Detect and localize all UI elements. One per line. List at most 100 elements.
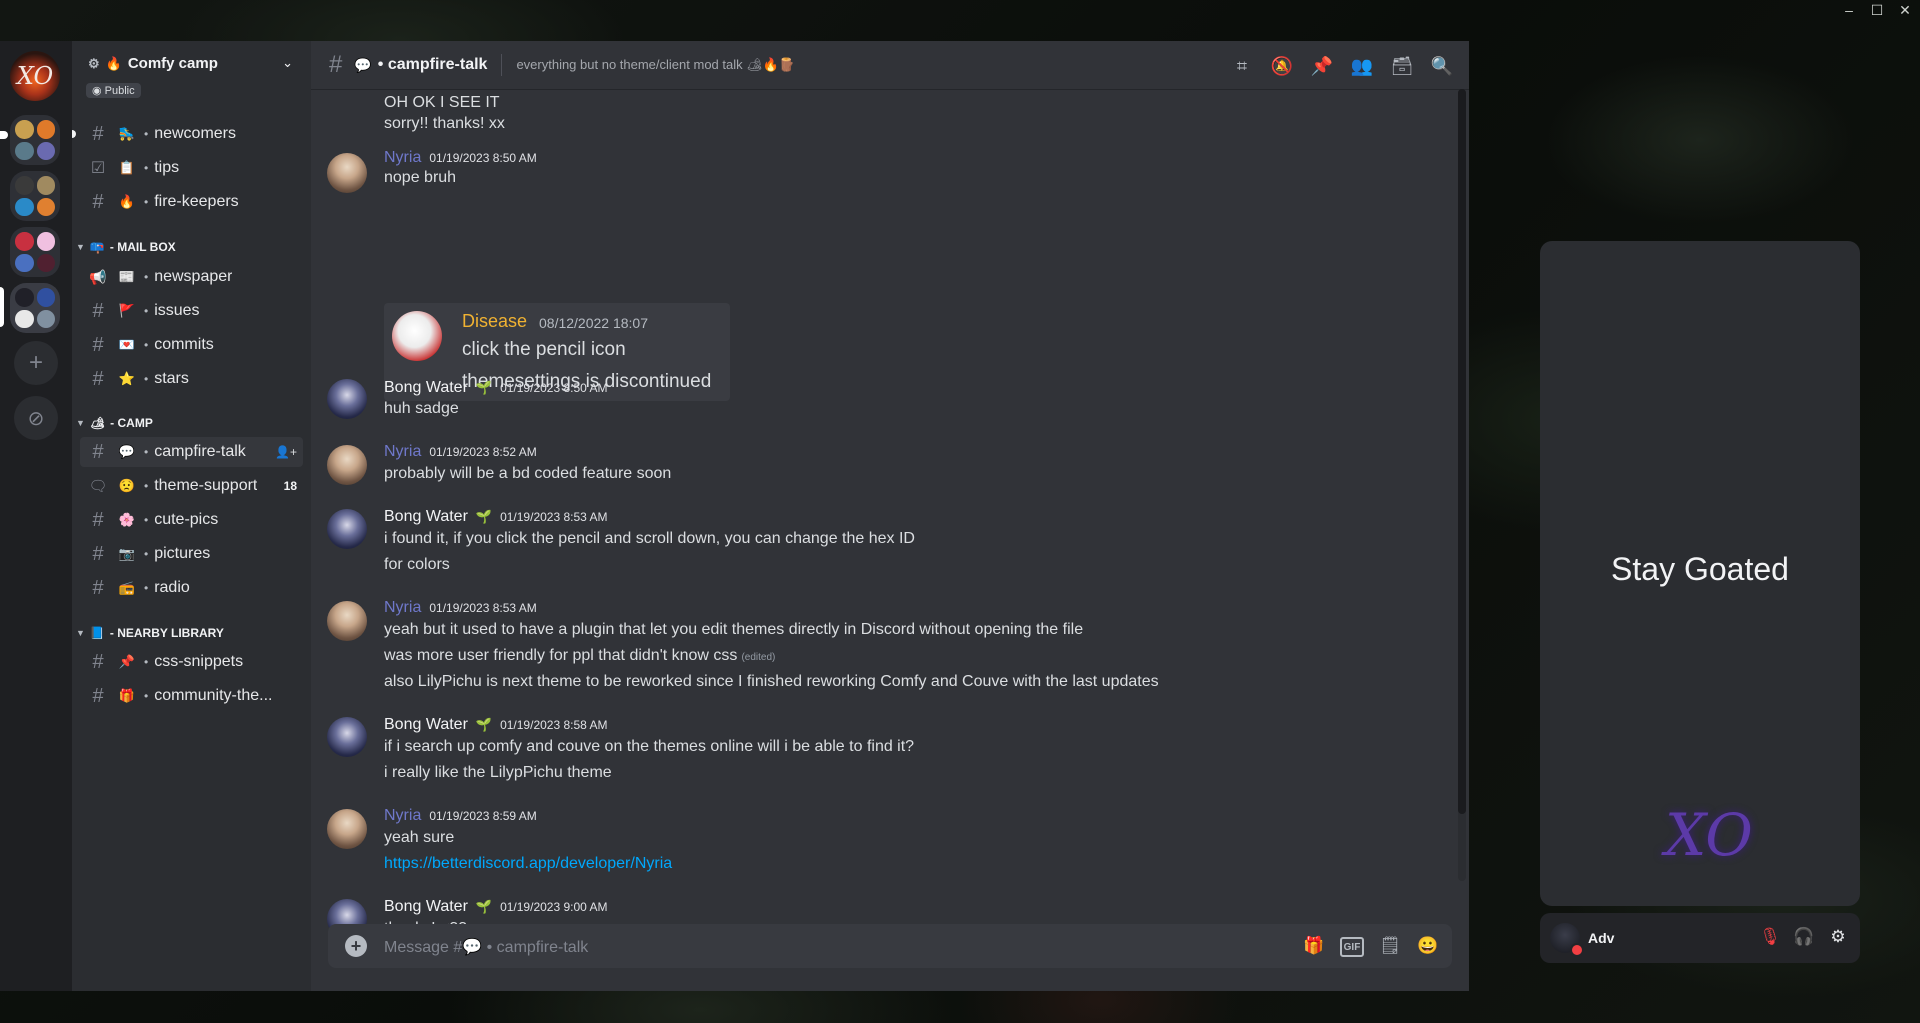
sidebar-item-newspaper[interactable]: 📢 📰 • newspaper bbox=[80, 262, 303, 292]
server-icon-main[interactable]: XO bbox=[10, 51, 60, 101]
guild-settings-icon: ⚙ bbox=[88, 55, 100, 71]
sidebar-item-tips[interactable]: ☑ 📋 • tips bbox=[80, 153, 303, 183]
channel-emoji: 🌸 bbox=[118, 512, 136, 527]
emoji-icon[interactable]: 😀 bbox=[1416, 934, 1440, 958]
username[interactable]: Nyria bbox=[384, 149, 421, 167]
public-badge: ◉ Public bbox=[86, 83, 141, 98]
sidebar-item-css-snippets[interactable]: # 📌 • css-snippets bbox=[80, 647, 303, 677]
search-icon[interactable]: 🔍 bbox=[1431, 55, 1453, 77]
current-username[interactable]: Adv bbox=[1588, 930, 1614, 946]
username[interactable]: Bong Water bbox=[384, 716, 468, 734]
timestamp: 01/19/2023 8:53 AM bbox=[429, 601, 537, 615]
settings-gear-icon[interactable]: ⚙ bbox=[1828, 926, 1848, 948]
channel-emoji: 😟 bbox=[118, 478, 136, 493]
globe-icon: ◉ bbox=[92, 85, 105, 97]
chat-main: # 💬 • campfire-talk everything but no th… bbox=[311, 41, 1469, 991]
category-label: - MAIL BOX bbox=[109, 240, 176, 254]
compass-icon: ⊘ bbox=[27, 407, 45, 430]
avatar[interactable] bbox=[327, 509, 367, 549]
headset-icon[interactable]: 🎧 bbox=[1793, 926, 1814, 948]
plus-icon: + bbox=[28, 349, 43, 376]
category-mail-box[interactable]: ▼ 📪 - MAIL BOX bbox=[76, 240, 176, 254]
inbox-icon[interactable]: 🗃 bbox=[1391, 55, 1414, 77]
sticker-icon[interactable]: 🗒 bbox=[1378, 934, 1402, 958]
guild-name: Comfy camp bbox=[127, 55, 218, 72]
invite-icon[interactable]: 👤+ bbox=[275, 445, 297, 459]
avatar[interactable] bbox=[327, 379, 367, 419]
message-link[interactable]: https://betterdiscord.app/developer/Nyri… bbox=[384, 855, 672, 873]
pin-icon[interactable]: 📌 bbox=[1311, 55, 1333, 77]
sidebar-item-stars[interactable]: # ⭐ • stars bbox=[80, 364, 303, 394]
message-composer[interactable]: + Message #💬 • campfire-talk 🎁 GIF 🗒 😀 bbox=[328, 924, 1452, 968]
hash-icon: # bbox=[92, 299, 104, 322]
server-folder-1[interactable] bbox=[10, 115, 60, 165]
avatar[interactable] bbox=[327, 153, 367, 193]
sprout-icon: 🌱 bbox=[475, 509, 493, 524]
edited-label: (edited) bbox=[741, 652, 776, 663]
message-header: Bong Water 🌱 01/19/2023 8:53 AM bbox=[384, 508, 608, 526]
username[interactable]: Nyria bbox=[384, 807, 421, 825]
notification-mute-icon[interactable]: 🔕 bbox=[1271, 55, 1293, 77]
username[interactable]: Bong Water bbox=[384, 898, 468, 916]
channel-label: newspaper bbox=[154, 268, 233, 285]
server-folder-3[interactable] bbox=[10, 227, 60, 277]
sprout-icon: 🌱 bbox=[475, 717, 493, 732]
message-text: i really like the LilypPichu theme bbox=[384, 764, 612, 781]
channel-label: issues bbox=[154, 302, 200, 319]
attach-plus-icon[interactable]: + bbox=[345, 935, 367, 957]
sidebar-item-commits[interactable]: # 💌 • commits bbox=[80, 330, 303, 360]
sidebar-item-campfire-talk[interactable]: # 💬 • campfire-talk 👤+ bbox=[80, 437, 303, 467]
sprout-icon: 🌱 bbox=[475, 899, 493, 914]
scrollbar[interactable] bbox=[1458, 89, 1466, 881]
username[interactable]: Nyria bbox=[384, 599, 421, 617]
message-header: Bong Water 🌱 01/19/2023 8:50 AM bbox=[384, 379, 608, 397]
main-server-initials: XO bbox=[16, 62, 54, 90]
hash-icon: # bbox=[92, 576, 104, 599]
minimize-button[interactable]: – bbox=[1840, 2, 1858, 19]
category-emoji: 🏕 bbox=[89, 416, 106, 430]
channel-label: tips bbox=[154, 159, 180, 176]
channel-topic[interactable]: everything but no theme/client mod talk … bbox=[516, 57, 795, 73]
sidebar-item-community-themes[interactable]: # 🎁 • community-the... bbox=[80, 681, 303, 711]
add-server-button[interactable]: + bbox=[14, 341, 58, 385]
message-text-edited: was more user friendly for ppl that didn… bbox=[384, 647, 776, 664]
chevron-down-icon: ▼ bbox=[76, 418, 85, 428]
avatar[interactable] bbox=[327, 601, 367, 641]
message-text: nope bruh bbox=[384, 169, 457, 186]
unread-count-badge: 18 bbox=[283, 479, 297, 493]
explore-servers-button[interactable]: ⊘ bbox=[14, 396, 58, 440]
sidebar-item-issues[interactable]: # 🚩 • issues bbox=[80, 296, 303, 326]
sidebar-item-fire-keepers[interactable]: # 🔥 • fire-keepers bbox=[80, 187, 303, 217]
avatar[interactable] bbox=[327, 445, 367, 485]
category-camp[interactable]: ▼ 🏕 - CAMP bbox=[76, 416, 153, 430]
server-folder-2[interactable] bbox=[10, 171, 60, 221]
sidebar-item-theme-support[interactable]: 🗨 😟 • theme-support 18 bbox=[80, 471, 303, 501]
guild-header[interactable]: ⚙ 🔥 Comfy camp ⌄ ◉ Public bbox=[72, 41, 311, 105]
announcement-icon: 📢 bbox=[89, 268, 107, 285]
avatar[interactable] bbox=[327, 717, 367, 757]
username[interactable]: Bong Water bbox=[384, 508, 468, 526]
maximize-button[interactable]: ☐ bbox=[1868, 2, 1886, 19]
category-nearby-library[interactable]: ▼ 📘 - NEARBY LIBRARY bbox=[76, 626, 224, 640]
avatar[interactable] bbox=[327, 809, 367, 849]
profile-side-panel: Stay Goated XO bbox=[1540, 241, 1860, 906]
username[interactable]: Bong Water bbox=[384, 379, 468, 397]
threads-icon[interactable]: ⌗ bbox=[1231, 55, 1253, 77]
message-header: Nyria 01/19/2023 8:59 AM bbox=[384, 807, 537, 825]
sidebar-item-pictures[interactable]: # 📷 • pictures bbox=[80, 539, 303, 569]
sidebar-item-newcomers[interactable]: # 🛼 • newcomers bbox=[80, 119, 303, 149]
close-button[interactable]: ✕ bbox=[1896, 2, 1914, 19]
sidebar-item-cute-pics[interactable]: # 🌸 • cute-pics bbox=[80, 505, 303, 535]
mic-muted-icon[interactable]: 🎙 bbox=[1759, 926, 1781, 948]
scrollbar-thumb[interactable] bbox=[1458, 89, 1466, 814]
gif-icon[interactable]: GIF bbox=[1340, 937, 1364, 957]
server-folder-4[interactable] bbox=[10, 283, 60, 333]
message-input[interactable]: Message #💬 • campfire-talk bbox=[384, 937, 588, 957]
chevron-down-icon[interactable]: ⌄ bbox=[282, 55, 293, 71]
hash-icon: # bbox=[92, 684, 104, 707]
members-icon[interactable]: 👥 bbox=[1351, 55, 1373, 77]
user-panel: Adv 🎙 🎧 ⚙ bbox=[1540, 913, 1860, 963]
username[interactable]: Nyria bbox=[384, 443, 421, 461]
gift-icon[interactable]: 🎁 bbox=[1302, 934, 1326, 958]
sidebar-item-radio[interactable]: # 📻 • radio bbox=[80, 573, 303, 603]
